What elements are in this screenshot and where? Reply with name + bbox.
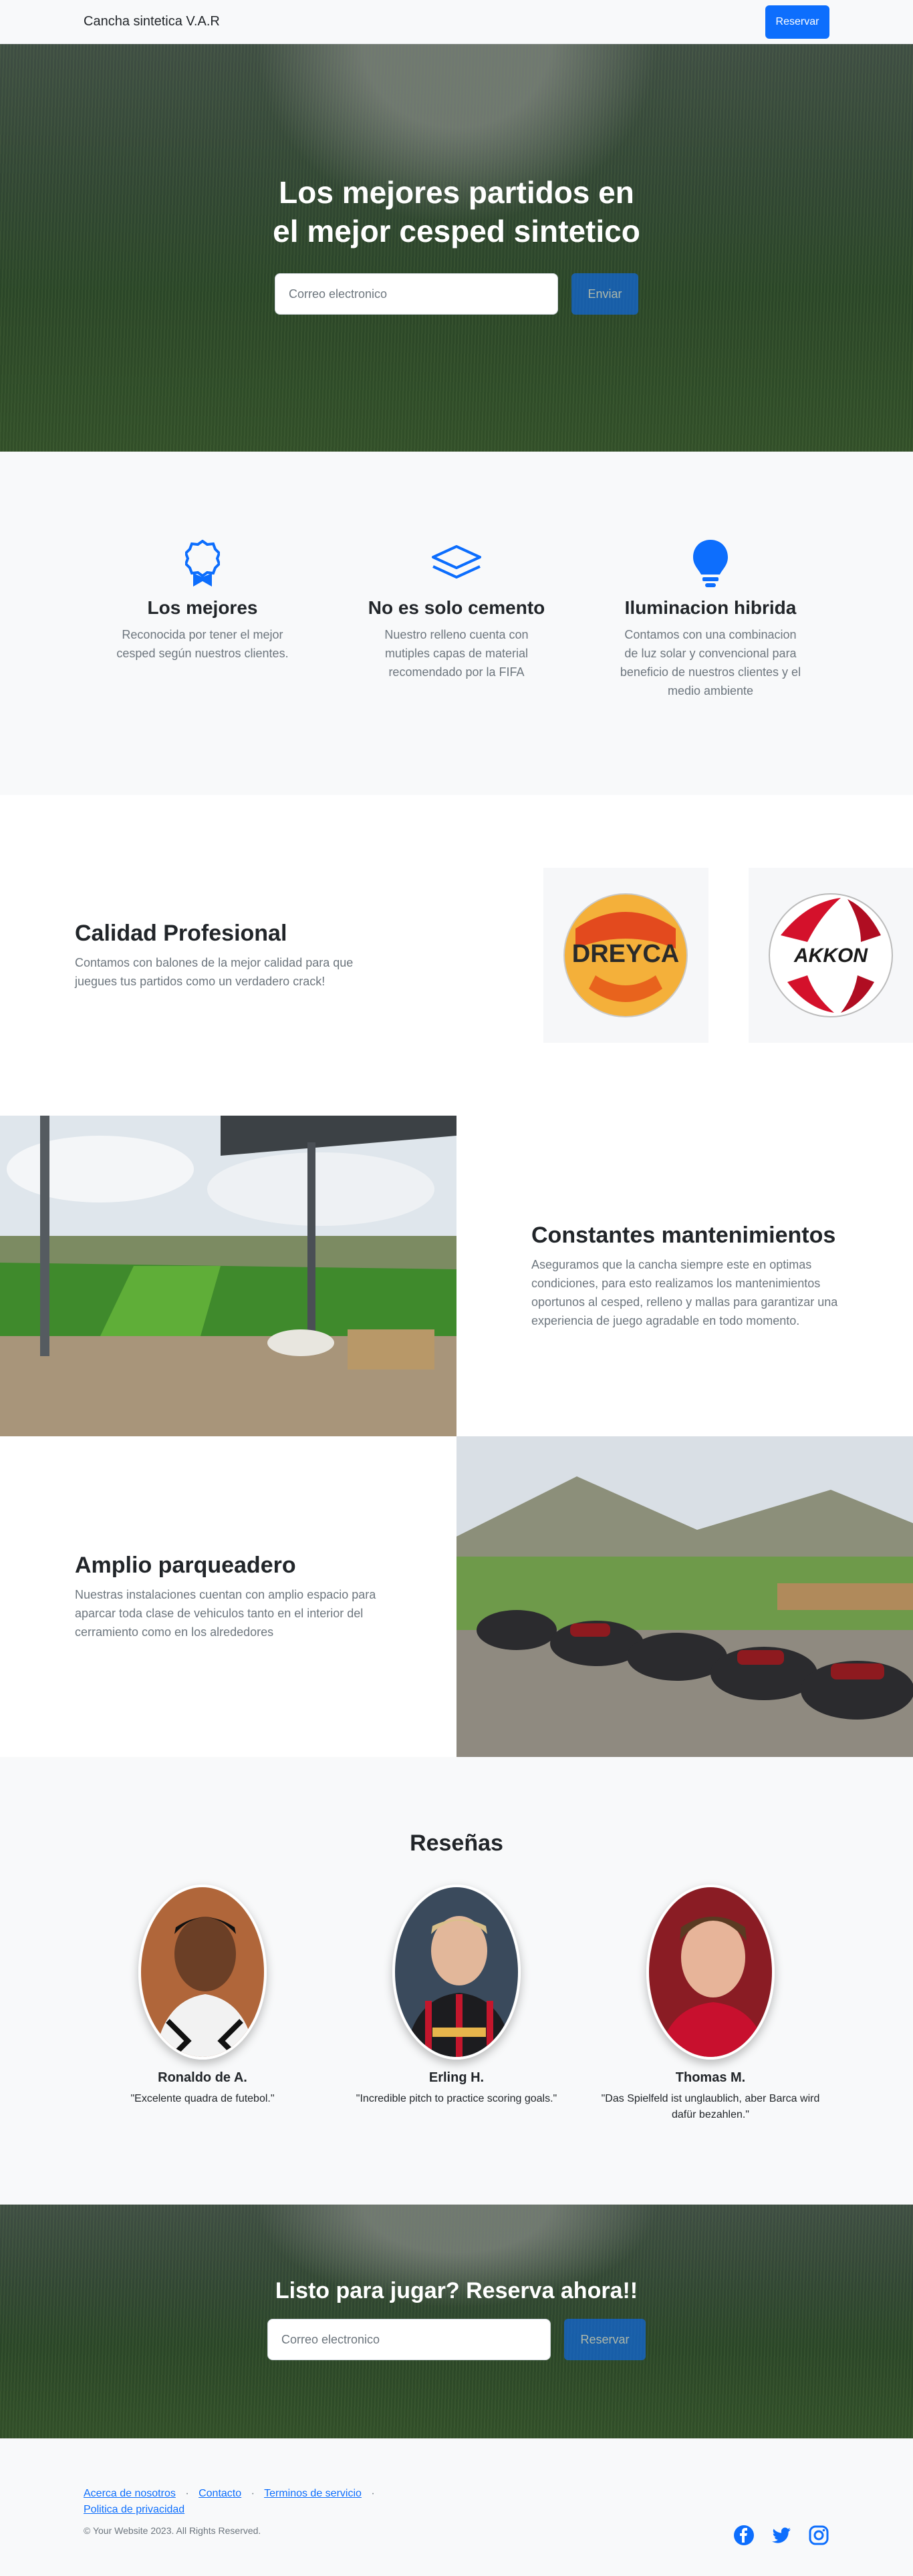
features-section: Los mejores Reconocida por tener el mejo… <box>0 452 913 795</box>
footer-link-privacy[interactable]: Politica de privacidad <box>84 2504 184 2515</box>
parking-image <box>456 1436 913 1757</box>
showcase-balls: Calidad Profesional Contamos con balones… <box>0 795 913 1116</box>
copyright: © Your Website 2023. All Rights Reserved… <box>84 2525 261 2536</box>
ball-dreyca-image: DREYCA <box>563 893 688 1017</box>
lightbulb-icon <box>593 537 828 591</box>
navbar: Cancha sintetica V.A.R Reservar <box>0 0 913 44</box>
review-quote: "Excelente quadra de futebol." <box>130 2093 275 2104</box>
layers-icon <box>339 537 574 591</box>
feature-text: Nuestro relleno cuenta con mutiples capa… <box>384 628 529 679</box>
review-card: Ronaldo de A. "Excelente quadra de futeb… <box>92 1885 313 2123</box>
showcase-title: Calidad Profesional <box>75 920 287 946</box>
cta-signup-form: Reservar <box>0 2319 913 2360</box>
showcase-title: Constantes mantenimientos <box>531 1222 836 1248</box>
cta-title: Listo para jugar? Reserva ahora!! <box>275 2278 638 2303</box>
reviews-section: Reseñas Ronaldo de A. "Excelente quadra … <box>0 1757 913 2205</box>
footer-link-terms[interactable]: Terminos de servicio <box>264 2488 362 2499</box>
avatar <box>646 1885 775 2060</box>
footer: Acerca de nosotros · Contacto · Terminos… <box>0 2438 913 2576</box>
cta-reserve-button[interactable]: Reservar <box>564 2319 646 2360</box>
reviewer-name: Erling H. <box>428 2070 485 2085</box>
showcase-maintenance: Constantes mantenimientos Aseguramos que… <box>0 1116 913 1436</box>
reviewer-name: Thomas M. <box>675 2070 746 2085</box>
review-card: Thomas M. "Das Spielfeld ist unglaublich… <box>600 1885 821 2123</box>
showcase-text: Nuestras instalaciones cuentan con ampli… <box>75 1587 376 1639</box>
hero-submit-button[interactable]: Enviar <box>571 273 638 315</box>
social-links <box>733 2488 829 2576</box>
footer-link-contact[interactable]: Contacto <box>199 2488 241 2499</box>
feature-text: Reconocida por tener el mejor cesped seg… <box>116 628 289 660</box>
award-icon <box>85 537 320 591</box>
maintenance-image <box>0 1116 456 1436</box>
avatar <box>138 1885 267 2060</box>
hero-email-input[interactable] <box>275 273 558 315</box>
footer-link-about[interactable]: Acerca de nosotros <box>84 2488 176 2499</box>
twitter-icon[interactable] <box>771 2525 792 2549</box>
feature-title: Iluminacion hibrida <box>624 597 797 618</box>
facebook-icon[interactable] <box>733 2525 755 2549</box>
ball-brand-label: AKKON <box>793 945 868 967</box>
feature-item: Los mejores Reconocida por tener el mejo… <box>85 537 320 795</box>
ball-brand-label: DREYCA <box>572 940 679 968</box>
review-card: Erling H. "Incredible pitch to practice … <box>346 1885 567 2123</box>
reviews-title: Reseñas <box>410 1830 503 1856</box>
feature-item: No es solo cemento Nuestro relleno cuent… <box>339 537 574 795</box>
showcase-text: Contamos con balones de la mejor calidad… <box>75 955 354 988</box>
showcase-parking: Amplio parqueadero Nuestras instalacione… <box>0 1436 913 1757</box>
balls-image: DREYCA AKKON <box>456 795 913 1116</box>
instagram-icon[interactable] <box>808 2525 829 2549</box>
review-quote: "Incredible pitch to practice scoring go… <box>356 2093 557 2104</box>
showcase-title: Amplio parqueadero <box>75 1552 296 1578</box>
cta-section: Listo para jugar? Reserva ahora!! Reserv… <box>0 2205 913 2438</box>
cta-email-input[interactable] <box>267 2319 551 2360</box>
feature-title: No es solo cemento <box>368 597 545 618</box>
showcase-text: Aseguramos que la cancha siempre este en… <box>531 1257 838 1327</box>
hero-signup-form: Enviar <box>0 273 913 315</box>
hero-title: Los mejores partidos en el mejor cesped … <box>273 175 640 249</box>
reviewer-name: Ronaldo de A. <box>158 2070 247 2085</box>
feature-item: Iluminacion hibrida Contamos con una com… <box>593 537 828 795</box>
avatar <box>392 1885 521 2060</box>
feature-text: Contamos con una combinacion de luz sola… <box>620 628 801 697</box>
ball-akkon-image: AKKON <box>768 893 893 1017</box>
brand-name[interactable]: Cancha sintetica V.A.R <box>84 14 220 29</box>
hero-section: Los mejores partidos en el mejor cesped … <box>0 44 913 452</box>
feature-title: Los mejores <box>147 597 258 618</box>
reserve-button[interactable]: Reservar <box>765 5 829 39</box>
review-quote: "Das Spielfeld ist unglaublich, aber Bar… <box>601 2093 820 2120</box>
